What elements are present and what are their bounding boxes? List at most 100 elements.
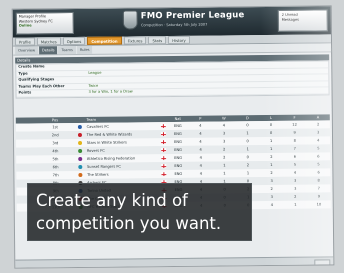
england-flag-icon bbox=[159, 138, 167, 146]
row-stat: 9 bbox=[317, 194, 321, 199]
badge-dot-icon bbox=[77, 132, 82, 137]
row-spacer bbox=[16, 131, 36, 139]
row-stat: 1 bbox=[246, 131, 249, 136]
row-stat: 5 bbox=[293, 162, 297, 167]
row-stat: 2 bbox=[223, 147, 226, 152]
continue-button[interactable] bbox=[314, 258, 331, 267]
row-nation: ENG bbox=[173, 131, 182, 136]
page-subtitle: Competition · Saturday 5th July 2007 bbox=[140, 22, 208, 28]
detail-key: Qualifying Stages bbox=[18, 77, 55, 82]
detail-key: Teams Play Each Other bbox=[18, 83, 65, 89]
team-badge-icon bbox=[75, 131, 85, 139]
inbox-box[interactable]: 2 Unread Messages bbox=[277, 9, 328, 32]
row-stat: 6 bbox=[317, 170, 320, 175]
row-stat: 0 bbox=[269, 130, 273, 135]
row-stat: 3 bbox=[270, 178, 273, 183]
row-stat: 1 bbox=[270, 138, 273, 143]
flag-icon bbox=[160, 132, 166, 136]
team-badge-icon bbox=[75, 139, 85, 147]
row-nation: ENG bbox=[173, 123, 182, 128]
badge-dot-icon bbox=[77, 140, 82, 145]
row-stat: 2 bbox=[270, 170, 273, 175]
tab-details[interactable]: Details bbox=[38, 46, 58, 55]
menu-item-fixtures[interactable]: Fixtures bbox=[123, 36, 147, 45]
row-nation: ENG bbox=[174, 147, 182, 152]
row-stat: 3 bbox=[293, 178, 297, 183]
row-stat: 6 bbox=[293, 154, 297, 159]
menu-item-history[interactable]: History bbox=[168, 35, 190, 45]
row-stat: 1 bbox=[223, 171, 226, 176]
row-stat: 1 bbox=[246, 171, 250, 176]
tab-rules[interactable]: Rules bbox=[76, 45, 93, 55]
row-nation: ENG bbox=[174, 171, 183, 176]
row-stat: 6 bbox=[317, 154, 320, 159]
league-crest-icon bbox=[122, 10, 138, 30]
detail-value: 3 for a Win, 1 for a Draw bbox=[88, 89, 133, 94]
flag-icon bbox=[161, 172, 167, 176]
flag-icon bbox=[160, 148, 166, 152]
row-stat: 1 bbox=[223, 163, 226, 168]
row-stat: 7 bbox=[293, 146, 296, 151]
flag-icon bbox=[161, 164, 167, 168]
row-stat: 4 bbox=[199, 147, 202, 152]
menu-item-competition[interactable]: Competition bbox=[87, 36, 122, 45]
row-stat: 2 bbox=[270, 186, 273, 191]
page-title: FMO Premier League bbox=[140, 10, 245, 22]
detail-value: League bbox=[88, 70, 102, 75]
row-stat: 0 bbox=[246, 155, 249, 160]
row-nation: ENG bbox=[174, 155, 183, 160]
row-stat: 8 bbox=[293, 138, 296, 143]
row-stat: 3 bbox=[270, 194, 273, 199]
caption-text: Create any kind of competition you want. bbox=[36, 191, 222, 233]
row-stat: 3 bbox=[294, 186, 297, 191]
row-spacer bbox=[16, 139, 36, 147]
england-flag-icon bbox=[159, 130, 167, 138]
team-badge-icon bbox=[75, 163, 85, 171]
menu-item-profile[interactable]: Profile bbox=[14, 37, 35, 46]
row-spacer bbox=[16, 147, 36, 155]
row-spacer bbox=[16, 163, 36, 171]
row-stat: 4 bbox=[199, 139, 202, 144]
row-stat: 0 bbox=[246, 139, 249, 144]
row-stat: 2 bbox=[246, 163, 250, 168]
menu-item-stats[interactable]: Stats bbox=[148, 36, 167, 45]
detail-value: Twice bbox=[88, 83, 99, 88]
badge-dot-icon bbox=[78, 164, 83, 169]
row-stat: 1 bbox=[270, 146, 273, 151]
row-nation: ENG bbox=[174, 163, 183, 168]
row-stat: 2 bbox=[270, 154, 273, 159]
detail-key: Points bbox=[18, 90, 32, 95]
row-stat: 0 bbox=[269, 122, 273, 127]
badge-dot-icon bbox=[77, 124, 82, 129]
row-stat: 5 bbox=[317, 162, 320, 167]
manager-status: Online bbox=[18, 23, 32, 28]
team-badge-icon bbox=[75, 123, 85, 131]
detail-key: Create Name bbox=[18, 64, 45, 69]
team-badge-icon bbox=[75, 171, 85, 179]
row-stat: 1 bbox=[270, 162, 273, 167]
row-stat: 3 bbox=[222, 139, 226, 144]
row-stat: 1 bbox=[246, 147, 249, 152]
team-badge-icon bbox=[75, 147, 85, 155]
row-stat: 4 bbox=[199, 155, 202, 160]
badge-dot-icon bbox=[77, 156, 83, 161]
inbox-line: Messages bbox=[281, 17, 299, 22]
row-spacer bbox=[16, 155, 36, 163]
row-nation: ENG bbox=[174, 139, 182, 144]
row-stat: 4 bbox=[199, 171, 203, 176]
flag-icon bbox=[160, 156, 166, 160]
row-stat: 4 bbox=[270, 202, 274, 207]
detail-key: Type bbox=[18, 71, 28, 76]
tab-overview[interactable]: Overview bbox=[15, 46, 39, 55]
manager-profile-box[interactable]: Manager Profile Western Sydney FC Online bbox=[15, 12, 74, 35]
row-stat: 4 bbox=[199, 123, 202, 128]
menu-item-matches[interactable]: Matches bbox=[36, 37, 61, 46]
tab-teams[interactable]: Teams bbox=[58, 46, 76, 55]
flag-icon bbox=[160, 124, 166, 128]
row-stat: 0 bbox=[246, 123, 249, 128]
row-stat: 3 bbox=[317, 130, 320, 135]
row-spacer bbox=[16, 123, 36, 131]
menu-item-options[interactable]: Options bbox=[62, 36, 86, 46]
row-stat: 4 bbox=[317, 138, 320, 143]
row-stat: 4 bbox=[222, 123, 226, 128]
